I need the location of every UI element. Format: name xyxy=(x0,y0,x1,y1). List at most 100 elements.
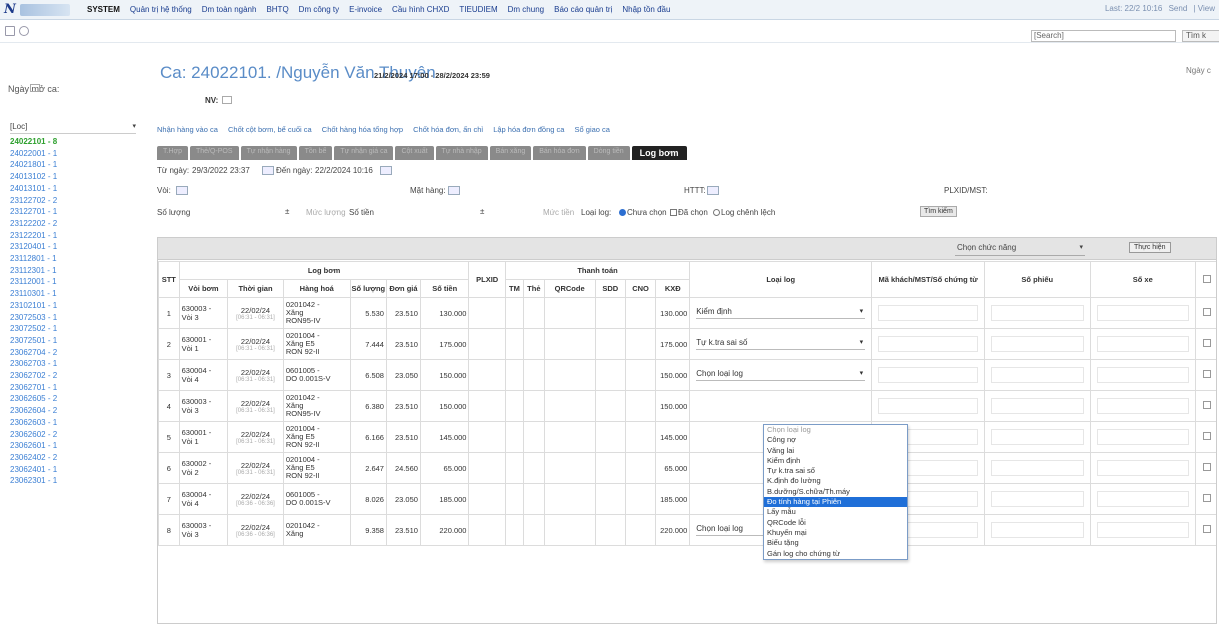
sidebar-shift-item[interactable]: 24021801 - 1 xyxy=(10,159,120,171)
row-checkbox[interactable] xyxy=(1202,339,1211,347)
link-so-giao-ca[interactable]: Sổ giao ca xyxy=(575,125,610,134)
sidebar-shift-item[interactable]: 23112001 - 1 xyxy=(10,276,120,288)
col-select-all[interactable] xyxy=(1195,261,1216,298)
tab-6[interactable]: Tự nhà nhập xyxy=(435,146,488,160)
sidebar-shift-item[interactable]: 23122202 - 2 xyxy=(10,218,120,230)
menu-e-invoice[interactable]: E-invoice xyxy=(344,5,387,14)
grid-icon[interactable] xyxy=(5,26,15,36)
tab-7[interactable]: Bán xăng xyxy=(489,146,532,160)
calendar-icon[interactable] xyxy=(380,166,392,175)
row-checkbox[interactable] xyxy=(1202,494,1211,502)
radio-log-chenh-lech[interactable]: Log chênh lệch xyxy=(713,208,775,217)
sidebar-shift-item[interactable]: 23062402 - 2 xyxy=(10,452,120,464)
sidebar-shift-item[interactable]: 23122201 - 1 xyxy=(10,230,120,242)
magnifier-icon[interactable] xyxy=(19,26,29,36)
calendar-icon[interactable] xyxy=(262,166,274,175)
menu-system[interactable]: SYSTEM xyxy=(82,5,125,14)
dropdown-option[interactable]: Lấy mẫu xyxy=(764,507,907,517)
dropdown-option[interactable]: QRCode lỗi xyxy=(764,518,907,528)
so-xe-input[interactable] xyxy=(1096,305,1190,321)
so-phieu-input[interactable] xyxy=(990,429,1084,445)
sidebar-shift-item[interactable]: 23072502 - 1 xyxy=(10,323,120,335)
sidebar-shift-item[interactable]: 23062604 - 2 xyxy=(10,405,120,417)
so-phieu-input[interactable] xyxy=(990,367,1084,383)
radio-chua-chon[interactable]: Chưa chọn xyxy=(619,208,667,217)
muc-luong-input[interactable]: Mức lượng xyxy=(306,208,346,217)
ma-khach-input[interactable] xyxy=(878,336,978,352)
nv-lookup-icon[interactable] xyxy=(222,96,232,104)
link-chot-hang-hoa[interactable]: Chốt hàng hóa tổng hợp xyxy=(322,125,403,134)
sidebar-shift-item[interactable]: 23122702 - 2 xyxy=(10,195,120,207)
tab-5[interactable]: Cột xuất xyxy=(395,146,434,160)
dropdown-option[interactable]: Vãng lai xyxy=(764,446,907,456)
sidebar-shift-item[interactable]: 23102101 - 1 xyxy=(10,300,120,312)
sidebar-shift-item[interactable]: 23120401 - 1 xyxy=(10,241,120,253)
mat-hang-lookup-icon[interactable] xyxy=(448,186,460,195)
menu-cau-hinh-chxd[interactable]: Cầu hình CHXD xyxy=(387,5,454,14)
link-chot-cot-bom[interactable]: Chốt cột bơm, bể cuối ca xyxy=(228,125,312,134)
dropdown-option[interactable]: Tự k.tra sai số xyxy=(764,466,907,476)
search-submit-button[interactable]: Tìm kiếm xyxy=(920,206,957,217)
so-phieu-input[interactable] xyxy=(990,522,1084,538)
loai-log-select[interactable]: Kiểm định ▾ xyxy=(696,307,866,319)
function-select[interactable]: Chọn chức năng ▾ xyxy=(955,243,1085,256)
so-xe-input[interactable] xyxy=(1096,398,1190,414)
sidebar-shift-item[interactable]: 24013101 - 1 xyxy=(10,183,120,195)
row-checkbox[interactable] xyxy=(1202,370,1211,378)
loai-log-select[interactable]: Chọn loại log ▾ xyxy=(696,369,866,381)
sidebar-shift-item[interactable]: 23072503 - 1 xyxy=(10,312,120,324)
dropdown-option[interactable]: B.dưỡng/S.chữa/Th.máy xyxy=(764,487,907,497)
sidebar-shift-item[interactable]: 23062704 - 2 xyxy=(10,347,120,359)
ma-khach-input[interactable] xyxy=(878,305,978,321)
loc-select[interactable]: [Loc] ▾ xyxy=(10,122,136,134)
dropdown-option[interactable]: K.định đo lường xyxy=(764,476,907,486)
so-phieu-input[interactable] xyxy=(990,460,1084,476)
tab-3[interactable]: Tồn bể xyxy=(298,146,333,160)
sidebar-shift-item[interactable]: 23072501 - 1 xyxy=(10,335,120,347)
calendar-icon[interactable] xyxy=(30,84,40,92)
dropdown-option[interactable]: Gán log cho chứng từ xyxy=(764,549,907,559)
execute-button[interactable]: Thực hiện xyxy=(1129,242,1171,253)
menu-dm-cong-ty[interactable]: Dm công ty xyxy=(294,5,344,14)
menu-bao-cao-quan-tri[interactable]: Báo cáo quản trị xyxy=(549,5,617,14)
sidebar-shift-item[interactable]: 24022001 - 1 xyxy=(10,148,120,160)
dropdown-option[interactable]: Chọn loại log xyxy=(764,425,907,435)
sidebar-shift-item[interactable]: 23062401 - 1 xyxy=(10,464,120,476)
menu-tieudiem[interactable]: TIEUDIEM xyxy=(454,5,502,14)
tab-9[interactable]: Dòng tiền xyxy=(587,146,630,160)
to-date-value[interactable]: 22/2/2024 10:16 xyxy=(315,166,373,175)
from-date-value[interactable]: 29/3/2022 23:37 xyxy=(192,166,250,175)
tab-10[interactable]: Log bơm xyxy=(631,146,687,160)
tab-0[interactable]: T.Hợp xyxy=(157,146,188,160)
menu-quan-tri-he-thong[interactable]: Quản trị hệ thống xyxy=(125,5,197,14)
ma-khach-input[interactable] xyxy=(878,367,978,383)
tab-2[interactable]: Tự nhận hàng xyxy=(240,146,297,160)
so-xe-input[interactable] xyxy=(1096,336,1190,352)
dropdown-option[interactable]: Kiểm định xyxy=(764,456,907,466)
menu-dm-chung[interactable]: Dm chung xyxy=(503,5,549,14)
so-phieu-input[interactable] xyxy=(990,305,1084,321)
so-xe-input[interactable] xyxy=(1096,429,1190,445)
dropdown-option[interactable]: Công nợ xyxy=(764,435,907,445)
sidebar-shift-item[interactable]: 23122701 - 1 xyxy=(10,206,120,218)
link-chot-hoa-don[interactable]: Chốt hóa đơn, ấn chỉ xyxy=(413,125,483,134)
link-nhan-hang[interactable]: Nhận hàng vào ca xyxy=(157,125,218,134)
tab-1[interactable]: Thẻ/Q-POS xyxy=(189,146,239,160)
search-button[interactable]: Tìm k xyxy=(1182,30,1219,42)
dropdown-option[interactable]: Biếu tặng xyxy=(764,538,907,548)
menu-dm-toan-nganh[interactable]: Dm toàn ngành xyxy=(197,5,262,14)
httt-lookup-icon[interactable] xyxy=(707,186,719,195)
sidebar-shift-item[interactable]: 23062602 - 2 xyxy=(10,429,120,441)
so-phieu-input[interactable] xyxy=(990,491,1084,507)
so-xe-input[interactable] xyxy=(1096,367,1190,383)
voi-lookup-icon[interactable] xyxy=(176,186,188,195)
menu-bhtq[interactable]: BHTQ xyxy=(261,5,293,14)
so-phieu-input[interactable] xyxy=(990,336,1084,352)
ma-khach-input[interactable] xyxy=(878,398,978,414)
sidebar-shift-item[interactable]: 23062603 - 1 xyxy=(10,417,120,429)
sidebar-shift-item[interactable]: 23112301 - 1 xyxy=(10,265,120,277)
row-checkbox[interactable] xyxy=(1202,432,1211,440)
row-checkbox[interactable] xyxy=(1202,308,1211,316)
sidebar-shift-item[interactable]: 23062701 - 1 xyxy=(10,382,120,394)
search-input[interactable]: [Search] xyxy=(1031,30,1176,42)
